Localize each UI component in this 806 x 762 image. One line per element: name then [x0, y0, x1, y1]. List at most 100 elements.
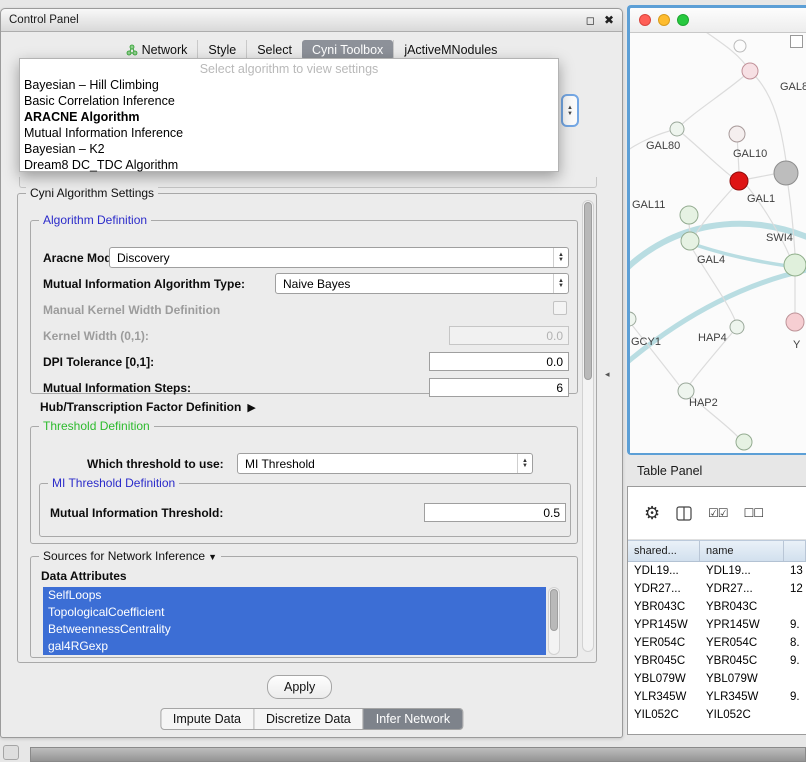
algorithm-item-basic-correlation[interactable]: Basic Correlation Inference [20, 93, 558, 109]
algorithm-definition-legend: Algorithm Definition [39, 213, 151, 227]
algorithm-combo-stepper[interactable]: ▲▼ [561, 94, 579, 127]
attribute-item-selfloops[interactable]: SelfLoops [43, 587, 546, 604]
network-node[interactable] [774, 161, 798, 185]
node-label: Y [793, 339, 801, 351]
network-node[interactable] [784, 254, 806, 276]
column-header-name[interactable]: name [700, 541, 784, 561]
attribute-item-gal4rgexp[interactable]: gal4RGexp [43, 638, 546, 655]
table-row[interactable]: YBR045C YBR045C 9. [628, 652, 806, 670]
kernel-width-field: 0.0 [449, 326, 569, 345]
attributes-scrollbar[interactable] [548, 587, 560, 655]
tab-jactivemnodules-label: jActiveMNodules [404, 43, 497, 57]
cyni-algorithm-settings-group: Cyni Algorithm Settings Algorithm Defini… [17, 193, 597, 663]
dpi-tolerance-label: DPI Tolerance [0,1]: [43, 355, 154, 369]
attribute-item-topological[interactable]: TopologicalCoefficient [43, 604, 546, 621]
columns-icon[interactable] [676, 506, 692, 521]
table-row[interactable]: YBL079W YBL079W [628, 670, 806, 688]
control-panel-window: Control Panel ◻ ✖ Network [0, 8, 623, 738]
cell: YDL19... [628, 565, 700, 577]
attribute-item-betweenness[interactable]: BetweennessCentrality [43, 621, 546, 638]
algorithm-item-bayesian-hill[interactable]: Bayesian – Hill Climbing [20, 77, 558, 93]
mi-steps-field[interactable]: 6 [429, 378, 569, 397]
table-row[interactable]: YIL052C YIL052C [628, 706, 806, 724]
network-canvas[interactable]: GAL8 GAL80 GAL10 GAL11 GAL1 SWI4 GAL4 GC… [630, 33, 806, 453]
float-window-icon[interactable]: ◻ [586, 14, 595, 27]
network-node[interactable] [630, 312, 636, 326]
tab-select[interactable]: Select [246, 40, 302, 60]
node-label: GAL4 [697, 254, 725, 266]
attributes-scrollbar-thumb[interactable] [550, 589, 558, 631]
mi-type-combo[interactable]: Naive Bayes ▲▼ [275, 273, 569, 294]
aracne-mode-combo[interactable]: Discovery ▲▼ [109, 247, 569, 268]
column-header-clipped[interactable] [784, 541, 806, 561]
table-row[interactable]: YER054C YER054C 8. [628, 634, 806, 652]
cell: YBL079W [700, 673, 784, 685]
hub-tf-definition-label: Hub/Transcription Factor Definition [40, 400, 241, 414]
cell: 13 [784, 565, 806, 577]
hub-tf-definition-toggle[interactable]: Hub/Transcription Factor Definition ▶ [40, 400, 256, 414]
network-node[interactable] [670, 122, 684, 136]
mi-threshold-label: Mutual Information Threshold: [50, 506, 223, 520]
network-node[interactable] [730, 320, 744, 334]
network-window-titlebar [630, 8, 806, 33]
screen: Control Panel ◻ ✖ Network [0, 0, 806, 762]
select-unchecked-icon[interactable]: ☐☐ [744, 506, 764, 520]
apply-button[interactable]: Apply [267, 675, 332, 699]
algorithm-placeholder-item[interactable]: Select algorithm to view settings [20, 61, 558, 77]
cell: 12 [784, 583, 806, 595]
algorithm-item-bayesian-k2[interactable]: Bayesian – K2 [20, 141, 558, 157]
table-row[interactable]: YPR145W YPR145W 9. [628, 616, 806, 634]
table-row[interactable]: YBR043C YBR043C [628, 598, 806, 616]
algorithm-item-aracne[interactable]: ARACNE Algorithm [20, 109, 558, 125]
bottom-status-bar [30, 747, 806, 762]
tab-network[interactable]: Network [116, 40, 198, 60]
cell: YBR043C [700, 601, 784, 613]
settings-scrollbar-thumb[interactable] [584, 202, 592, 380]
cell: 8. [784, 637, 806, 649]
dpi-tolerance-field[interactable]: 0.0 [429, 352, 569, 371]
node-label: GAL1 [747, 193, 775, 205]
column-header-shared-name[interactable]: shared... [628, 541, 700, 561]
table-row[interactable]: YDL19... YDL19... 13 [628, 562, 806, 580]
network-node[interactable] [681, 232, 699, 250]
tab-cyni-toolbox[interactable]: Cyni Toolbox [302, 40, 393, 60]
network-node[interactable] [786, 313, 804, 331]
cell: YBR045C [700, 655, 784, 667]
panel-splitter-arrow[interactable]: ◂ [605, 369, 610, 380]
close-window-icon[interactable]: ✖ [604, 13, 614, 27]
node-label: GAL80 [646, 140, 680, 152]
table-row[interactable]: YDR27... YDR27... 12 [628, 580, 806, 598]
table-row[interactable]: YLR345W YLR345W 9. [628, 688, 806, 706]
close-traffic-light[interactable] [639, 14, 651, 26]
minimize-traffic-light[interactable] [658, 14, 670, 26]
network-node[interactable] [742, 63, 758, 79]
combo-arrows-icon: ▲▼ [553, 274, 568, 293]
birdseye-toggle[interactable] [790, 35, 803, 48]
algorithm-item-mutual-information[interactable]: Mutual Information Inference [20, 125, 558, 141]
tab-impute-data[interactable]: Impute Data [161, 709, 253, 729]
which-threshold-combo[interactable]: MI Threshold ▲▼ [237, 453, 533, 474]
gear-icon[interactable]: ⚙ [644, 503, 660, 524]
sources-legend[interactable]: Sources for Network Inference▼ [39, 549, 221, 563]
window-title: Control Panel [9, 14, 79, 26]
cell: YDR27... [628, 583, 700, 595]
collapsed-panel-icon[interactable] [3, 745, 19, 760]
select-checked-icon[interactable]: ☑☑ [708, 506, 728, 520]
cell: 9. [784, 655, 806, 667]
tab-style[interactable]: Style [197, 40, 246, 60]
network-node[interactable] [734, 40, 746, 52]
tab-discretize-data[interactable]: Discretize Data [253, 709, 363, 729]
table-panel-window: ⚙ ☑☑ ☐☐ shared... name YDL19... YDL19...… [627, 486, 806, 735]
network-node-gal10[interactable] [730, 172, 748, 190]
network-node[interactable] [729, 126, 745, 142]
cell: YPR145W [700, 619, 784, 631]
zoom-traffic-light[interactable] [677, 14, 689, 26]
algorithm-item-dream8[interactable]: Dream8 DC_TDC Algorithm [20, 157, 558, 173]
tab-jactivemnodules[interactable]: jActiveMNodules [393, 40, 507, 60]
tab-infer-network[interactable]: Infer Network [363, 709, 462, 729]
settings-scrollbar[interactable] [582, 200, 594, 652]
network-node[interactable] [680, 206, 698, 224]
table-header-row: shared... name [628, 540, 806, 562]
mi-threshold-field[interactable]: 0.5 [424, 503, 566, 522]
network-node[interactable] [736, 434, 752, 450]
